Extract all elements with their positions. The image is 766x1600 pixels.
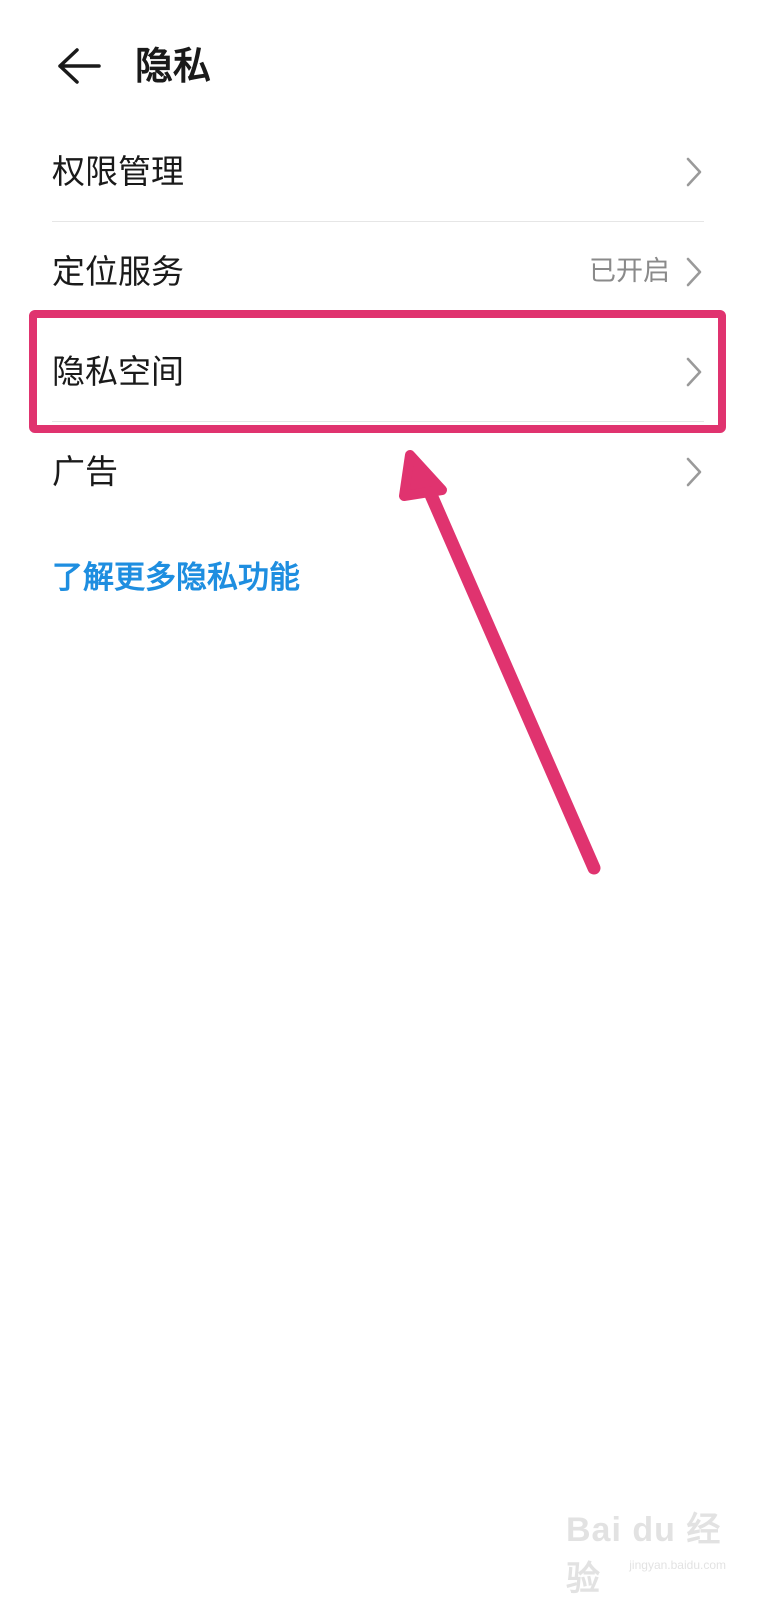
chevron-right-icon: [686, 157, 702, 187]
watermark-url: jingyan.baidu.com: [629, 1558, 726, 1572]
learn-more-privacy-link[interactable]: 了解更多隐私功能: [52, 555, 300, 601]
watermark-logo: Bai du 经验: [566, 1511, 722, 1598]
back-button[interactable]: [50, 38, 106, 94]
list-item-permission-management[interactable]: 权限管理: [0, 122, 766, 222]
list-item-label: 广告: [52, 452, 118, 491]
title-bar: 隐私: [0, 0, 766, 140]
chevron-right-icon: [686, 457, 702, 487]
page-title: 隐私: [135, 44, 212, 88]
list-item-label: 定位服务: [52, 252, 184, 291]
location-status-value: 已开启: [589, 256, 670, 287]
list-item-private-space[interactable]: 隐私空间: [0, 322, 766, 422]
list-item-location-service[interactable]: 定位服务 已开启: [0, 222, 766, 322]
arrow-left-icon: [58, 48, 101, 84]
list-item-ads[interactable]: 广告: [0, 422, 766, 522]
baidu-jingyan-watermark: Bai du 经验 jingyan.baidu.com: [566, 1502, 726, 1598]
chevron-right-icon: [686, 257, 702, 287]
settings-list: 权限管理 定位服务 已开启 隐私空间 广告: [0, 122, 766, 522]
chevron-right-icon: [686, 357, 702, 387]
list-item-label: 隐私空间: [52, 352, 184, 391]
list-item-label: 权限管理: [52, 152, 184, 191]
